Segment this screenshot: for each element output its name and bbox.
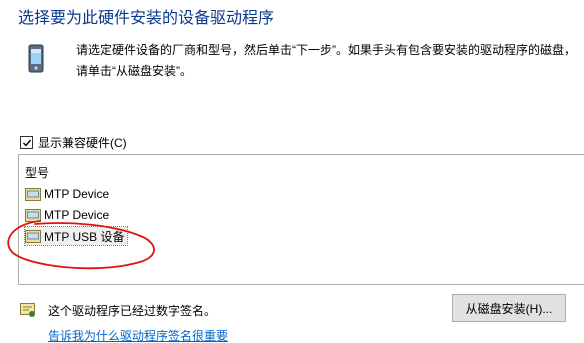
instructions-line-2: 请单击“从磁盘安装”。 (76, 64, 192, 78)
show-compatible-hardware-checkbox[interactable]: 显示兼容硬件(C) (20, 134, 127, 151)
signature-status-text: 这个驱动程序已经过数字签名。 (48, 304, 217, 318)
have-disk-button[interactable]: 从磁盘安装(H)... (452, 294, 566, 322)
list-item-label: MTP Device (44, 208, 110, 222)
signing-help-link[interactable]: 告诉我为什么驱动程序签名很重要 (48, 327, 228, 343)
driver-package-icon (25, 187, 41, 201)
driver-package-icon (25, 229, 41, 243)
model-list[interactable]: 型号 MTP Device MTP Device MTP USB 设备 (18, 154, 584, 285)
driver-package-icon (25, 208, 41, 222)
list-item[interactable]: MTP Device (25, 206, 112, 224)
instructions-line-1: 请选定硬件设备的厂商和型号，然后单击“下一步”。如果手头有包含要安装的驱动程序的… (76, 43, 576, 57)
pda-device-icon (28, 44, 44, 73)
list-item[interactable]: MTP Device (25, 185, 112, 203)
signed-certificate-icon (20, 303, 35, 317)
list-item-label: MTP Device (44, 187, 110, 201)
list-item-selected[interactable]: MTP USB 设备 (23, 226, 129, 246)
check-icon (22, 139, 31, 147)
page-title: 选择要为此硬件安装的设备驱动程序 (18, 10, 275, 27)
model-list-header: 型号 (25, 166, 50, 180)
checkbox-box[interactable] (20, 136, 33, 149)
hardware-driver-dialog: 选择要为此硬件安装的设备驱动程序 请选定硬件设备的厂商和型号，然后单击“下一步”… (0, 0, 584, 343)
show-compatible-hardware-label: 显示兼容硬件(C) (38, 136, 127, 150)
list-item-label: MTP USB 设备 (44, 229, 125, 244)
instructions-text: 请选定硬件设备的厂商和型号，然后单击“下一步”。如果手头有包含要安装的驱动程序的… (76, 40, 576, 82)
